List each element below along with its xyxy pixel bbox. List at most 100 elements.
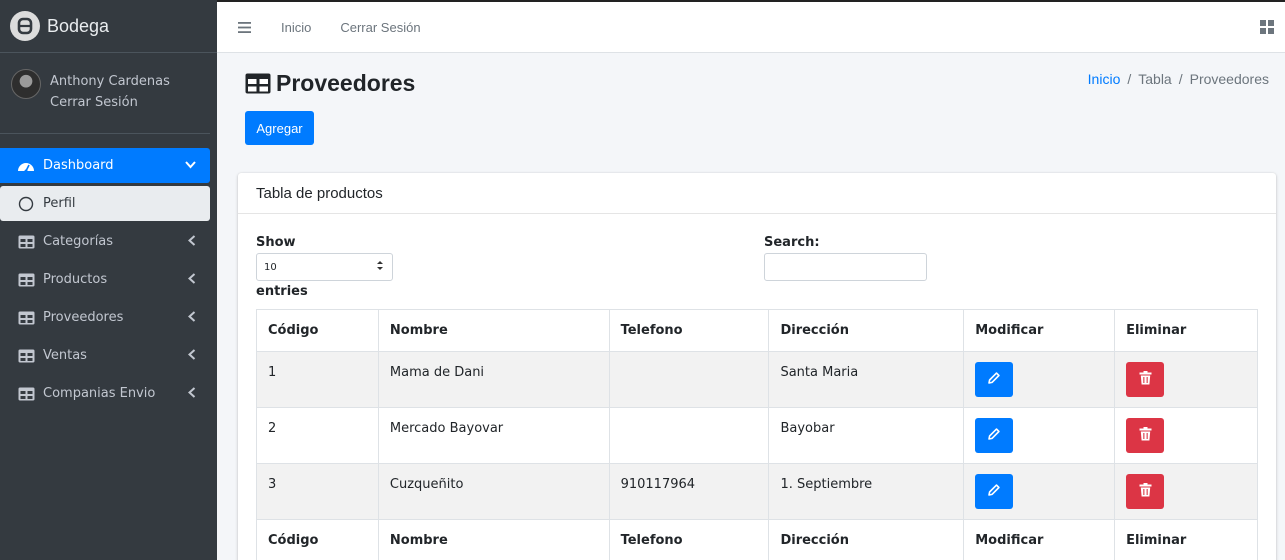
pencil-icon [987,427,1001,444]
cell-nombre: Mercado Bayovar [377,407,610,464]
sidebar: Bodega Anthony Cardenas Cerrar Sesión Da… [0,0,217,560]
hamburger-menu-icon[interactable] [238,18,252,37]
cell-direccion: Bayobar [768,407,965,464]
col-header-nombre[interactable]: Nombre [377,309,610,352]
page-title-text: Proveedores [276,70,416,96]
table-row: 2 Mercado Bayovar Bayobar [256,407,1258,464]
table-row: 3 Cuzqueñito 910117964 1. Septiembre [256,463,1258,520]
trash-icon [1139,427,1152,444]
breadcrumb-inicio[interactable]: Inicio [1088,71,1121,87]
table-icon [245,73,271,94]
sidebar-item-perfil[interactable]: Perfil [0,186,210,221]
trash-icon [1139,371,1152,388]
table-icon [17,349,35,363]
sidebar-item-productos[interactable]: Productos [0,262,210,297]
page-title: Proveedores [245,70,415,97]
trash-icon [1139,483,1152,500]
delete-button[interactable] [1126,474,1165,509]
chevron-left-icon [188,272,196,287]
cell-nombre: Mama de Dani [377,351,610,408]
col-footer-telefono: Telefono [608,519,770,560]
cell-telefono [608,407,770,464]
sidebar-item-companias-envio[interactable]: Companias Envio [0,376,210,411]
breadcrumb: Inicio / Tabla / Proveedores [1087,71,1269,87]
delete-button[interactable] [1126,362,1165,397]
brand-logo-icon [10,11,40,41]
top-link-cerrar-sesion[interactable]: Cerrar Sesión [340,20,420,35]
brand-name: Bodega [47,15,110,36]
col-footer-nombre: Nombre [377,519,610,560]
sidebar-item-proveedores[interactable]: Proveedores [0,300,210,335]
chevron-left-icon [188,234,196,249]
avatar[interactable] [11,69,41,99]
col-footer-modificar: Modificar [963,519,1116,560]
search-label: Search: [764,235,820,250]
cell-direccion: Santa Maria [768,351,965,408]
entries-label: entries [256,284,308,299]
sidebar-item-label: Proveedores [43,310,124,325]
col-header-eliminar[interactable]: Eliminar [1114,309,1258,352]
chevron-down-icon [185,159,196,172]
top-link-inicio[interactable]: Inicio [281,20,311,35]
edit-button[interactable] [975,474,1014,509]
sidebar-nav: Dashboard Perfil Categorías Productos Pr… [0,134,217,411]
sidebar-item-label: Ventas [43,348,87,363]
table-icon [17,235,35,249]
sidebar-item-label: Companias Envio [43,386,156,401]
col-header-modificar[interactable]: Modificar [963,309,1116,352]
sidebar-item-ventas[interactable]: Ventas [0,338,210,373]
table-icon [17,387,35,401]
chevron-left-icon [188,310,196,325]
cell-codigo: 3 [256,463,379,520]
col-header-codigo[interactable]: Código [256,309,379,352]
search-input[interactable] [764,253,927,281]
table-header-row: Código Nombre Telefono Dirección Modific… [256,309,1258,352]
pencil-icon [987,371,1001,388]
col-footer-codigo: Código [256,519,379,560]
entries-select[interactable]: 10 [256,253,393,281]
edit-button[interactable] [975,362,1014,397]
cell-direccion: 1. Septiembre [768,463,965,520]
delete-button[interactable] [1126,418,1165,453]
sidebar-item-label: Categorías [43,234,114,249]
table-card: Tabla de productos Show 10 entries Searc… [238,173,1276,560]
col-footer-eliminar: Eliminar [1114,519,1258,560]
table-row: 1 Mama de Dani Santa Maria [256,351,1258,408]
sidebar-item-label: Perfil [43,196,76,211]
entries-select-value: 10 [264,262,277,273]
chevron-left-icon [188,386,196,401]
table-footer-row: Código Nombre Telefono Dirección Modific… [256,519,1258,560]
cell-telefono: 910117964 [608,463,770,520]
table-icon [17,311,35,325]
col-header-telefono[interactable]: Telefono [608,309,770,352]
topbar: Inicio Cerrar Sesión [217,0,1285,53]
col-header-direccion[interactable]: Dirección [768,309,965,352]
col-footer-direccion: Dirección [768,519,965,560]
dashboard-icon [17,159,35,173]
show-label: Show [256,235,296,250]
cell-codigo: 2 [256,407,379,464]
sidebar-item-categorias[interactable]: Categorías [0,224,210,259]
user-panel: Anthony Cardenas Cerrar Sesión [0,53,210,134]
breadcrumb-proveedores: Proveedores [1189,71,1269,87]
cell-telefono [608,351,770,408]
edit-button[interactable] [975,418,1014,453]
cell-codigo: 1 [256,351,379,408]
table-icon [17,273,35,287]
pencil-icon [987,483,1001,500]
card-title: Tabla de productos [238,173,1276,214]
breadcrumb-tabla: Tabla [1138,71,1172,87]
cell-nombre: Cuzqueñito [377,463,610,520]
brand[interactable]: Bodega [0,0,217,53]
grid-icon[interactable] [1260,20,1274,38]
user-logout-link[interactable]: Cerrar Sesión [50,92,170,113]
chevron-left-icon [188,348,196,363]
sidebar-item-dashboard[interactable]: Dashboard [0,148,210,183]
select-arrows-icon [376,260,384,274]
sidebar-item-label: Dashboard [43,158,114,173]
circle-icon [17,196,35,212]
providers-table: Código Nombre Telefono Dirección Modific… [256,309,1258,560]
add-button[interactable]: Agregar [245,111,314,145]
main-content: Proveedores Inicio / Tabla / Proveedores Agr… [217,53,1285,560]
user-name[interactable]: Anthony Cardenas [50,71,170,92]
